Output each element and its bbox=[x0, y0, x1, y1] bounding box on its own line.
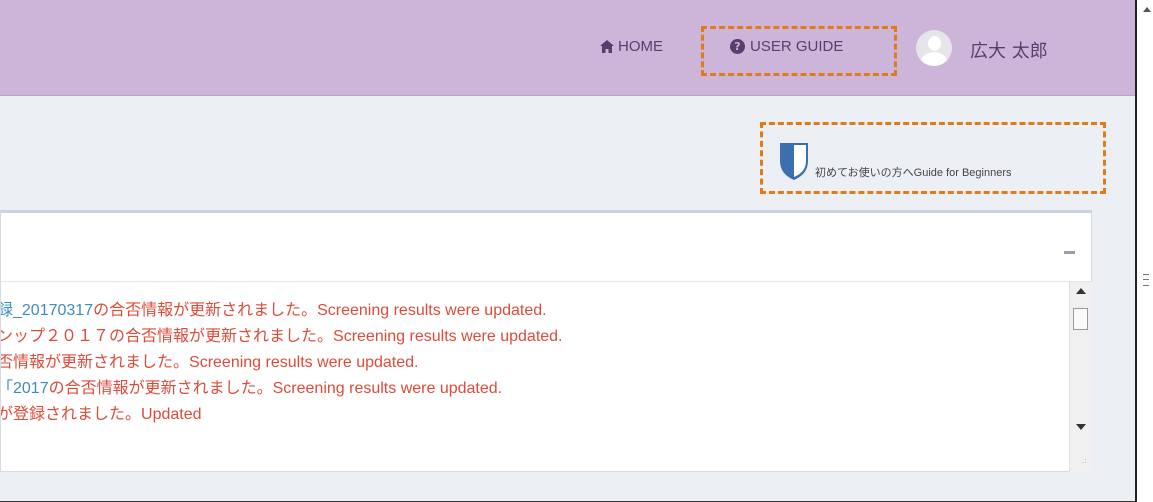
shield-icon bbox=[780, 143, 808, 180]
list-scrollbar[interactable] bbox=[1069, 282, 1092, 472]
home-icon bbox=[600, 40, 614, 53]
minus-icon[interactable] bbox=[1064, 251, 1075, 254]
scroll-grip-icon[interactable] bbox=[1143, 274, 1149, 286]
home-label: HOME bbox=[618, 38, 663, 55]
question-circle-icon: ? bbox=[730, 39, 745, 54]
notification-panel: 録_20170317の合否情報が更新されました。Screening result… bbox=[0, 210, 1092, 472]
scroll-up-icon[interactable] bbox=[1076, 288, 1086, 294]
home-link[interactable]: HOME bbox=[600, 38, 663, 55]
list-item: 録_20170317の合否情報が更新されました。Screening result… bbox=[1, 296, 547, 320]
user-guide-link[interactable]: ? USER GUIDE bbox=[730, 38, 843, 55]
user-name[interactable]: 広大 太郎 bbox=[970, 37, 1048, 63]
beginner-label-jp: 初めてお使いの方へ bbox=[815, 167, 914, 179]
panel-header bbox=[1, 213, 1091, 282]
top-navbar: HOME ? USER GUIDE 広大 太郎 bbox=[0, 0, 1137, 96]
window-scrollbar[interactable] bbox=[1139, 0, 1153, 502]
beginner-label-en: Guide for Beginners bbox=[913, 167, 1012, 179]
app-frame: HOME ? USER GUIDE 広大 太郎 初めてお使いの方へGuide f… bbox=[0, 0, 1137, 502]
scroll-up-icon[interactable] bbox=[1143, 7, 1151, 12]
list-item: ンップ２０１７の合否情報が更新されました。Screening results w… bbox=[1, 326, 563, 345]
avatar[interactable] bbox=[916, 30, 952, 66]
beginner-guide-link[interactable]: 初めてお使いの方へGuide for Beginners bbox=[760, 122, 1106, 194]
notification-list: 録_20170317の合否情報が更新されました。Screening result… bbox=[1, 282, 1069, 472]
list-item: が登録されました。Updated bbox=[1, 404, 202, 423]
list-item: 否情報が更新されました。Screening results were updat… bbox=[1, 352, 419, 371]
notification-link[interactable]: 「2017 bbox=[1, 380, 49, 397]
scroll-down-icon[interactable] bbox=[1076, 424, 1086, 430]
resize-grip-icon[interactable]: .: bbox=[1082, 456, 1087, 465]
list-item: 「2017の合否情報が更新されました。Screening results wer… bbox=[1, 374, 502, 398]
user-guide-label: USER GUIDE bbox=[750, 38, 844, 55]
notification-link[interactable]: 録_20170317 bbox=[1, 302, 93, 319]
scroll-thumb[interactable] bbox=[1073, 308, 1088, 330]
beginner-guide-label: 初めてお使いの方へGuide for Beginners bbox=[815, 164, 1012, 180]
